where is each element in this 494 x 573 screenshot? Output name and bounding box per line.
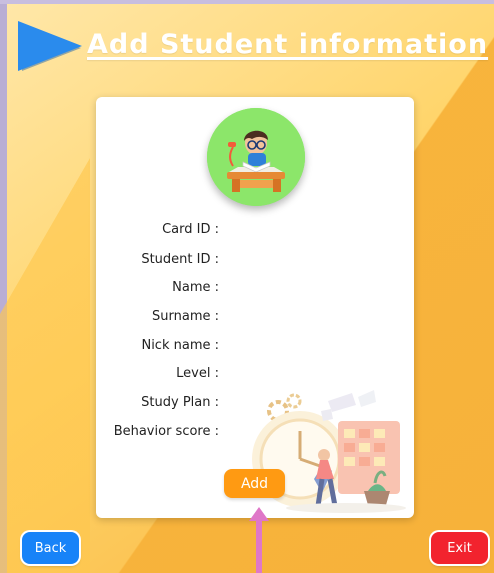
behavior-score-label: Behavior score : — [113, 424, 219, 439]
play-triangle-icon — [18, 21, 82, 71]
student-form-card: Card ID : Student ID : Name : Surname : … — [96, 97, 414, 518]
app-window: Add Student information Card ID : Studen… — [0, 0, 494, 573]
add-button[interactable]: Add — [224, 469, 285, 498]
study-plan-label: Study Plan : — [141, 395, 219, 410]
page-title: Add Student information — [87, 29, 489, 60]
level-label: Level : — [176, 366, 219, 381]
back-button[interactable]: Back — [22, 532, 79, 564]
student-avatar — [207, 108, 305, 206]
window-left-border — [0, 0, 7, 573]
student-at-desk-icon — [207, 108, 305, 206]
card-id-label: Card ID : — [162, 222, 219, 237]
nick-name-label: Nick name : — [141, 338, 219, 353]
student-id-label: Student ID : — [141, 252, 219, 267]
clock-calendar-illustration — [252, 390, 406, 513]
exit-button[interactable]: Exit — [431, 532, 488, 564]
surname-label: Surname : — [152, 309, 219, 324]
name-label: Name : — [172, 280, 219, 295]
